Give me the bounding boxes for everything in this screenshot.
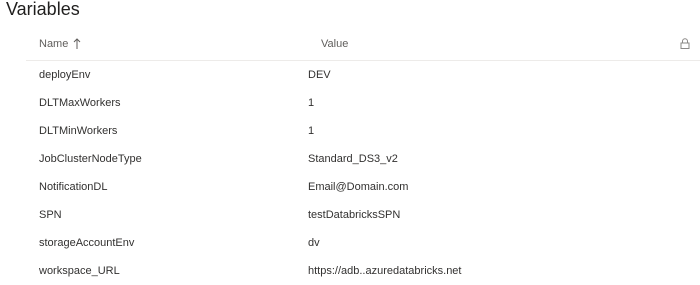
variable-value[interactable]: https://adb..azuredatabricks.net — [308, 265, 461, 277]
table-row[interactable]: storageAccountEnv dv — [26, 229, 700, 257]
variable-name: workspace_URL — [39, 265, 120, 277]
value-column-label: Value — [321, 38, 349, 50]
variable-name: storageAccountEnv — [39, 237, 135, 249]
name-column-header[interactable]: Name — [39, 38, 81, 50]
variables-table: Name Value deployEnv DEV DLTMaxWorkers 1… — [26, 30, 700, 285]
variable-name: DLTMaxWorkers — [39, 97, 121, 109]
table-row[interactable]: deployEnv DEV — [26, 61, 700, 89]
variable-name: DLTMinWorkers — [39, 125, 118, 137]
name-column-label: Name — [39, 38, 69, 50]
lock-icon[interactable] — [680, 38, 690, 49]
variable-name: NotificationDL — [39, 181, 108, 193]
page-title: Variables — [6, 0, 80, 19]
table-header: Name Value — [26, 30, 700, 61]
sort-ascending-icon — [73, 38, 81, 49]
table-row[interactable]: JobClusterNodeType Standard_DS3_v2 — [26, 145, 700, 173]
table-row[interactable]: workspace_URL https://adb..azuredatabric… — [26, 257, 700, 285]
variable-name: deployEnv — [39, 69, 91, 81]
variable-value[interactable]: Email@Domain.com — [308, 181, 408, 193]
table-row[interactable]: DLTMinWorkers 1 — [26, 117, 700, 145]
value-column-header[interactable]: Value — [321, 38, 348, 50]
variable-value[interactable]: 1 — [308, 97, 314, 109]
variable-value[interactable]: DEV — [308, 69, 331, 81]
table-row[interactable]: DLTMaxWorkers 1 — [26, 89, 700, 117]
variable-value[interactable]: dv — [308, 237, 320, 249]
variable-value[interactable]: 1 — [308, 125, 314, 137]
variable-name: SPN — [39, 209, 62, 221]
variable-value[interactable]: testDatabricksSPN — [308, 209, 400, 221]
table-row[interactable]: NotificationDL Email@Domain.com — [26, 173, 700, 201]
table-row[interactable]: SPN testDatabricksSPN — [26, 201, 700, 229]
variable-name: JobClusterNodeType — [39, 153, 142, 165]
variable-value[interactable]: Standard_DS3_v2 — [308, 153, 398, 165]
